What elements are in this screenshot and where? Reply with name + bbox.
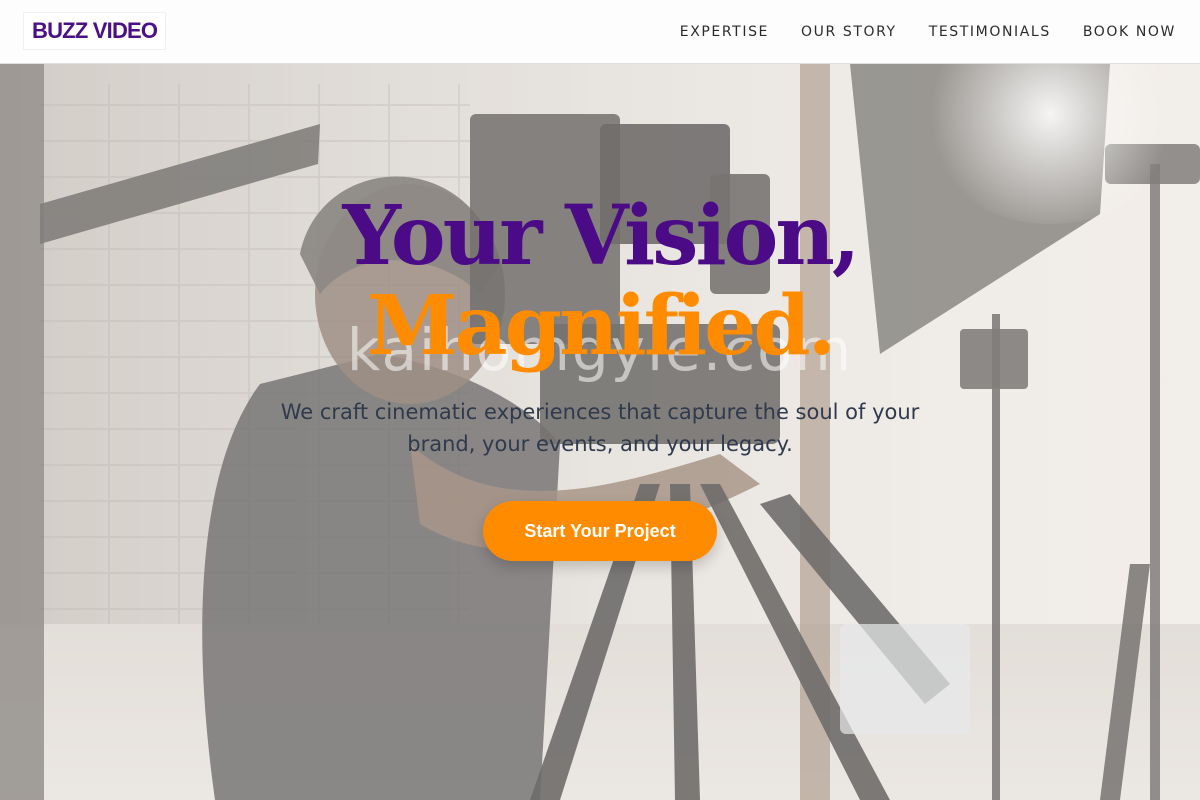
nav-link-expertise[interactable]: EXPERTISE	[680, 24, 769, 40]
hero-content: Your Vision, Magnified. We craft cinemat…	[0, 190, 1200, 561]
logo[interactable]: BUZZ VIDEO	[24, 13, 166, 49]
nav-link-book-now[interactable]: BOOK NOW	[1083, 24, 1176, 40]
hero-headline: Your Vision, Magnified.	[0, 190, 1200, 372]
site-header: BUZZ VIDEO EXPERTISE OUR STORY TESTIMONI…	[0, 0, 1200, 64]
start-project-button[interactable]: Start Your Project	[483, 501, 717, 561]
main-nav: EXPERTISE OUR STORY TESTIMONIALS BOOK NO…	[680, 0, 1176, 64]
headline-line-1: Your Vision,	[342, 188, 861, 284]
nav-link-testimonials[interactable]: TESTIMONIALS	[929, 24, 1051, 40]
headline-line-2: Magnified.	[366, 278, 836, 374]
nav-link-our-story[interactable]: OUR STORY	[801, 24, 897, 40]
hero-subheadline: We craft cinematic experiences that capt…	[280, 400, 920, 456]
